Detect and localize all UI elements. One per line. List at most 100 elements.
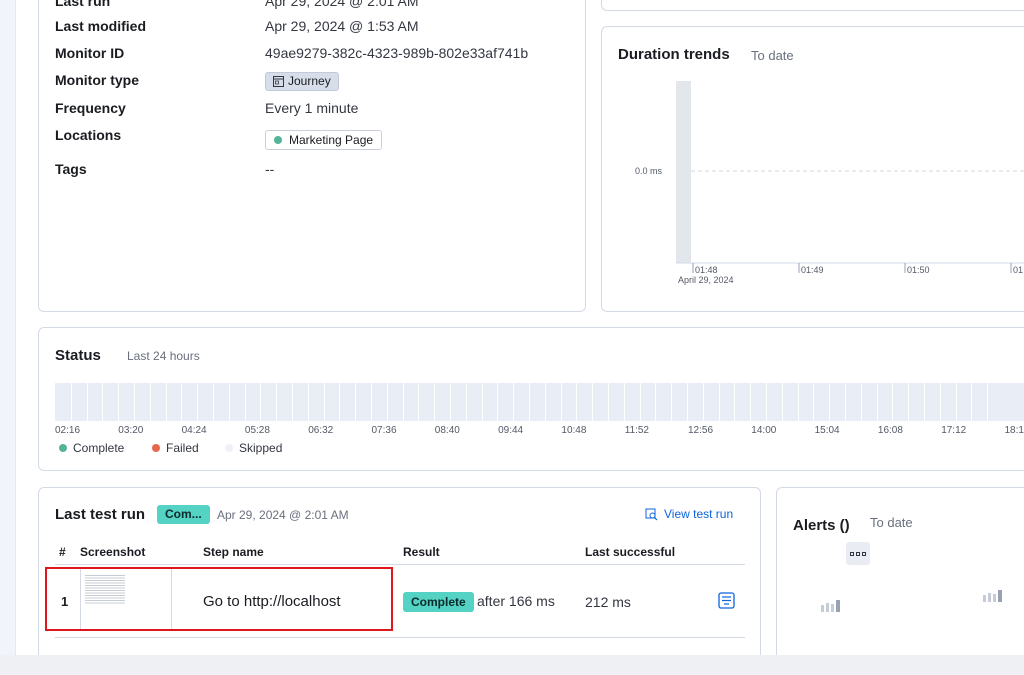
location-text: Marketing Page bbox=[289, 133, 374, 147]
left-rail bbox=[0, 0, 16, 655]
status-grid-line bbox=[513, 383, 515, 421]
status-grid-line bbox=[781, 383, 783, 421]
status-grid-line bbox=[766, 383, 767, 421]
status-grid-line bbox=[560, 383, 562, 421]
status-tick-label: 11:52 bbox=[624, 425, 649, 436]
status-grid-line bbox=[687, 383, 688, 421]
step-details-icon[interactable] bbox=[718, 592, 735, 609]
status-grid-line bbox=[134, 383, 135, 421]
status-grid-line bbox=[386, 383, 388, 421]
bar-chart-placeholder-icon-2 bbox=[983, 590, 1002, 602]
status-panel: Status Last 24 hours Complete Failed Ski… bbox=[38, 327, 1024, 471]
last-modified-value: Apr 29, 2024 @ 1:53 AM bbox=[265, 18, 419, 34]
monitor-id-label: Monitor ID bbox=[55, 45, 125, 61]
last-run-value: Apr 29, 2024 @ 2:01 AM bbox=[265, 0, 419, 9]
status-grid-line bbox=[671, 383, 673, 421]
status-dot-icon bbox=[274, 136, 282, 144]
top-right-panel bbox=[601, 0, 1024, 11]
alerts-title: Alerts () bbox=[793, 517, 850, 534]
bottom-scroll-strip bbox=[0, 655, 1024, 675]
skipped-dot-icon bbox=[225, 444, 233, 452]
last-modified-label: Last modified bbox=[55, 18, 147, 34]
status-grid-line bbox=[608, 383, 609, 421]
status-grid-line bbox=[750, 383, 752, 421]
frequency-value: Every 1 minute bbox=[265, 100, 359, 116]
locations-label: Locations bbox=[55, 127, 122, 143]
status-grid-line bbox=[939, 383, 941, 421]
status-grid-line bbox=[181, 383, 183, 421]
monitor-details-panel: Last run Apr 29, 2024 @ 2:01 AM Last mod… bbox=[38, 0, 586, 312]
test-run-status-badge: Com... bbox=[157, 505, 210, 524]
x-date-label: April 29, 2024 bbox=[678, 275, 734, 285]
status-grid-line bbox=[213, 383, 214, 421]
test-run-timestamp: Apr 29, 2024 @ 2:01 AM bbox=[217, 508, 349, 522]
status-tick-label: 15:04 bbox=[814, 425, 840, 436]
status-grid-line bbox=[876, 383, 878, 421]
status-grid-line bbox=[924, 383, 925, 421]
loading-dots-icon bbox=[846, 542, 870, 565]
legend-skipped: Skipped bbox=[225, 441, 282, 455]
status-grid-line bbox=[197, 383, 199, 421]
status-grid-line bbox=[623, 383, 625, 421]
status-grid-line bbox=[481, 383, 483, 421]
status-grid-line bbox=[955, 383, 957, 421]
tags-value: -- bbox=[265, 161, 275, 177]
x-tick-0: 01:48 bbox=[695, 265, 718, 275]
status-grid-line bbox=[576, 383, 578, 421]
legend-failed-label: Failed bbox=[166, 441, 199, 455]
status-tick-label: 08:40 bbox=[434, 425, 460, 436]
x-tick-1: 01:49 bbox=[801, 265, 824, 275]
status-tick-label: 05:28 bbox=[244, 425, 270, 436]
status-grid-line bbox=[655, 383, 657, 421]
status-grid-line bbox=[450, 383, 451, 421]
status-grid-line bbox=[339, 383, 341, 421]
status-tick-label: 12:56 bbox=[688, 425, 714, 436]
status-tick-label: 06:32 bbox=[308, 425, 334, 436]
view-test-run-link[interactable]: View test run bbox=[645, 507, 733, 521]
status-tick-label: 09:44 bbox=[498, 425, 524, 436]
status-title: Status bbox=[55, 347, 101, 364]
status-grid-line bbox=[307, 383, 309, 421]
status-grid-line bbox=[845, 383, 846, 421]
inspect-icon bbox=[645, 508, 658, 520]
status-subtitle: Last 24 hours bbox=[127, 349, 200, 363]
status-grid-line bbox=[102, 383, 104, 421]
status-grid-line bbox=[718, 383, 720, 421]
table-row-divider bbox=[55, 637, 745, 638]
status-grid-line bbox=[829, 383, 831, 421]
legend-skipped-label: Skipped bbox=[239, 441, 283, 455]
status-grid-line bbox=[244, 383, 246, 421]
monitor-type-badge: Journey bbox=[265, 72, 339, 91]
status-grid-line bbox=[402, 383, 404, 421]
status-grid-line bbox=[592, 383, 594, 421]
location-badge: Marketing Page bbox=[265, 130, 383, 150]
col-step-name: Step name bbox=[203, 545, 264, 559]
status-tick-label: 07:36 bbox=[371, 425, 397, 436]
duration-trends-subtitle: To date bbox=[751, 48, 794, 63]
frequency-label: Frequency bbox=[55, 100, 126, 116]
status-grid-line bbox=[149, 383, 151, 421]
status-grid-line bbox=[276, 383, 278, 421]
status-grid-line bbox=[971, 383, 973, 421]
status-grid-line bbox=[228, 383, 230, 421]
legend-complete: Complete bbox=[59, 441, 124, 455]
failed-dot-icon bbox=[152, 444, 160, 452]
status-heatmap bbox=[55, 383, 1024, 421]
status-tick-label: 14:00 bbox=[751, 425, 777, 436]
bar-chart-placeholder-icon bbox=[821, 600, 840, 612]
status-grid-line bbox=[529, 383, 530, 421]
status-tick-label: 03:20 bbox=[118, 425, 144, 436]
monitor-type-label: Monitor type bbox=[55, 72, 139, 88]
view-test-run-text: View test run bbox=[664, 507, 734, 521]
status-grid-line bbox=[86, 383, 88, 421]
status-tick-label: 10:48 bbox=[561, 425, 587, 436]
duration-bar bbox=[676, 81, 691, 263]
status-grid-line bbox=[70, 383, 72, 421]
col-screenshot: Screenshot bbox=[80, 545, 146, 559]
status-grid-line bbox=[355, 383, 357, 421]
status-grid-line bbox=[118, 383, 120, 421]
last-test-run-title: Last test run bbox=[55, 506, 146, 523]
alerts-panel: Alerts () To date bbox=[776, 487, 1024, 672]
status-grid-line bbox=[260, 383, 262, 421]
status-grid-line bbox=[418, 383, 420, 421]
